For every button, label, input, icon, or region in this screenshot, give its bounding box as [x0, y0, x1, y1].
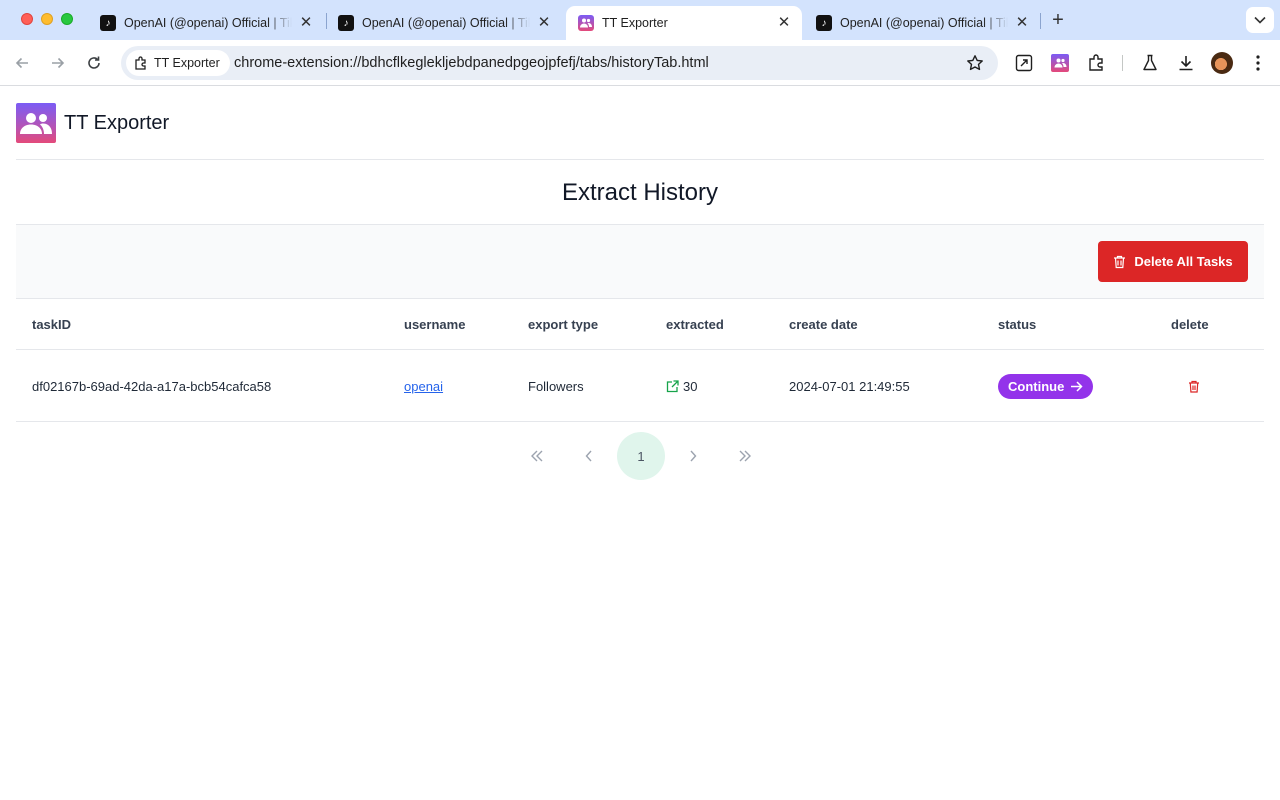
close-tab-icon[interactable]: ✕	[536, 15, 552, 31]
tab-title: OpenAI (@openai) Official | TikTok	[840, 16, 1008, 30]
browser-tab-1[interactable]: ♪ OpenAI (@openai) Official | TikTok ✕	[88, 6, 324, 40]
minimize-window-button[interactable]	[41, 13, 53, 25]
tab-title: TT Exporter	[602, 16, 668, 30]
first-page-double-chevron-icon[interactable]	[513, 432, 561, 480]
browser-tabstrip: ♪ OpenAI (@openai) Official | TikTok ✕ ♪…	[0, 0, 1280, 40]
continue-button[interactable]: Continue	[998, 373, 1094, 399]
table-row: df02167b-69ad-42da-a17a-bcb54cafca58 ope…	[16, 350, 1264, 422]
download-icon[interactable]	[1174, 51, 1198, 75]
profile-avatar[interactable]	[1211, 52, 1233, 74]
browser-tab-2[interactable]: ♪ OpenAI (@openai) Official | TikTok ✕	[326, 6, 562, 40]
create-date-cell: 2024-07-01 21:49:55	[789, 378, 910, 394]
history-table: taskID username export type extracted cr…	[16, 299, 1264, 422]
close-tab-icon[interactable]: ✕	[776, 15, 792, 31]
browser-tab-4[interactable]: ♪ OpenAI (@openai) Official | TikTok ✕	[804, 6, 1040, 40]
tiktok-icon: ♪	[100, 15, 116, 31]
bookmark-star-icon[interactable]	[966, 54, 984, 77]
address-bar[interactable]: TT Exporter chrome-extension://bdhcflkeg…	[121, 46, 998, 80]
tab-title: OpenAI (@openai) Official | TikTok	[124, 16, 292, 30]
new-tab-icon[interactable]: +	[1047, 10, 1069, 32]
arrow-right-icon	[1071, 380, 1083, 392]
app-logo	[16, 103, 56, 143]
maximize-window-button[interactable]	[61, 13, 73, 25]
column-header-taskid: taskID	[32, 317, 72, 332]
tab-title: OpenAI (@openai) Official | TikTok	[362, 16, 530, 30]
task-id-cell: df02167b-69ad-42da-a17a-bcb54cafca58	[32, 378, 272, 394]
table-header-row: taskID username export type extracted cr…	[16, 299, 1264, 350]
tab-search-chevron-icon[interactable]	[1246, 7, 1274, 33]
page-number-current[interactable]: 1	[617, 432, 665, 480]
toolbar-divider	[1122, 55, 1123, 71]
delete-all-tasks-label: Delete All Tasks	[1134, 254, 1233, 269]
column-header-extracted: extracted	[666, 317, 724, 332]
extension-puzzle-icon	[135, 56, 146, 70]
username-link[interactable]: openai	[404, 379, 443, 394]
prev-page-chevron-icon[interactable]	[565, 432, 613, 480]
username-cell: openai	[404, 350, 443, 422]
close-window-button[interactable]	[21, 13, 33, 25]
close-tab-icon[interactable]: ✕	[1014, 15, 1030, 31]
trash-icon	[1114, 255, 1126, 268]
extracted-count: 30	[683, 378, 698, 394]
browser-tab-3-active[interactable]: TT Exporter ✕	[566, 6, 802, 40]
status-cell: Continue	[998, 350, 1094, 422]
app-header: TT Exporter	[16, 87, 1264, 160]
last-page-double-chevron-icon[interactable]	[721, 432, 769, 480]
site-chip-label: TT Exporter	[154, 56, 220, 70]
column-header-delete: delete	[1171, 317, 1209, 332]
browser-toolbar: TT Exporter chrome-extension://bdhcflkeg…	[0, 40, 1280, 86]
tiktok-icon: ♪	[338, 15, 354, 31]
export-type-cell: Followers	[528, 378, 584, 394]
extracted-cell: 30	[666, 350, 697, 422]
delete-all-tasks-button[interactable]: Delete All Tasks	[1098, 241, 1248, 282]
users-group-icon	[20, 113, 52, 134]
browser-menu-kebab-icon[interactable]	[1246, 51, 1270, 75]
column-header-status: status	[998, 317, 1037, 332]
delete-task-trash-icon[interactable]	[1184, 376, 1204, 396]
delete-cell	[1184, 350, 1204, 422]
labs-flask-icon[interactable]	[1138, 51, 1162, 75]
pagination: 1	[511, 432, 771, 480]
column-header-username: username	[404, 317, 466, 332]
tt-exporter-extension-icon[interactable]	[1048, 51, 1072, 75]
column-header-export-type: export type	[528, 317, 599, 332]
tiktok-icon: ♪	[816, 15, 832, 31]
forward-arrow-icon[interactable]	[46, 51, 70, 75]
tab-separator	[1040, 13, 1041, 29]
close-tab-icon[interactable]: ✕	[298, 15, 314, 31]
continue-label: Continue	[1008, 378, 1065, 394]
page-title: Extract History	[16, 161, 1264, 225]
reload-icon[interactable]	[82, 51, 106, 75]
tt-exporter-icon	[578, 15, 594, 31]
back-arrow-icon[interactable]	[10, 51, 34, 75]
extensions-puzzle-icon[interactable]	[1084, 51, 1108, 75]
fullscreen-expand-icon[interactable]	[1012, 51, 1036, 75]
app-name: TT Exporter	[64, 111, 170, 134]
open-external-icon[interactable]	[666, 379, 679, 393]
actions-bar: Delete All Tasks	[16, 225, 1264, 299]
site-info-chip[interactable]: TT Exporter	[126, 50, 230, 76]
next-page-chevron-icon[interactable]	[669, 432, 717, 480]
column-header-create-date: create date	[789, 317, 858, 332]
url-text[interactable]: chrome-extension://bdhcflkeglekljebdpane…	[234, 55, 709, 71]
